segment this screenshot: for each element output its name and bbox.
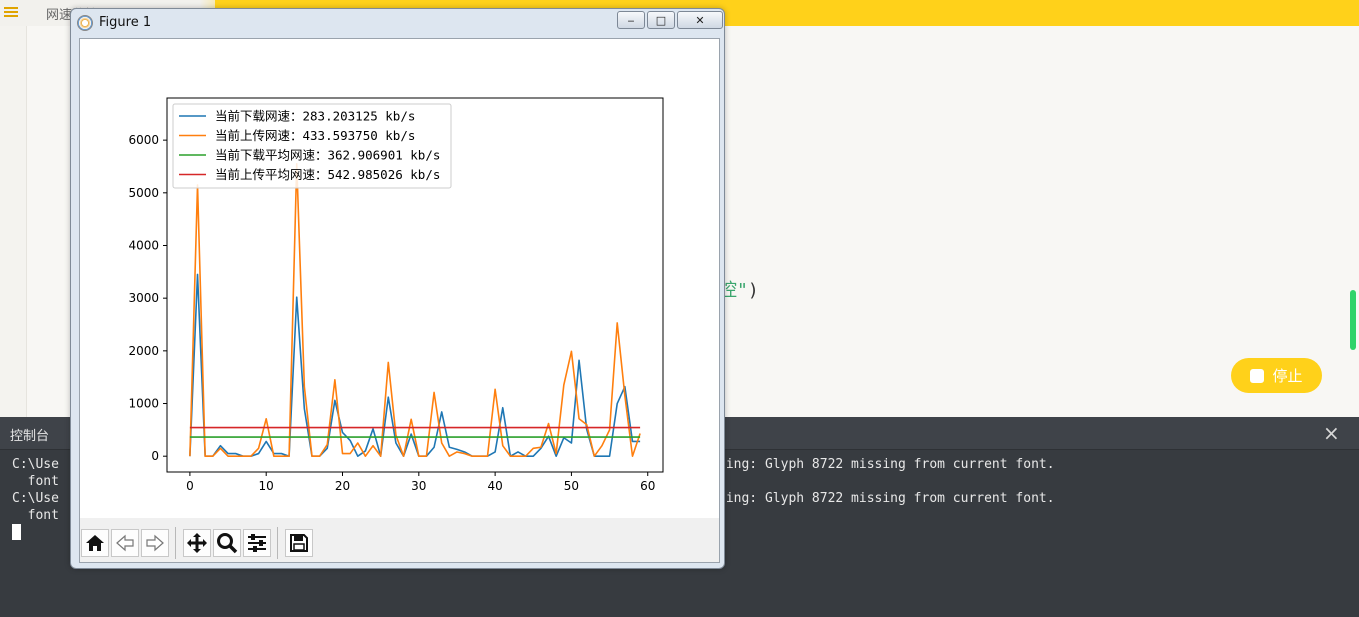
x-tick-label: 0 — [186, 479, 194, 493]
y-tick-label: 4000 — [128, 238, 159, 252]
save-icon — [290, 534, 308, 552]
x-tick-label: 50 — [564, 479, 579, 493]
console-line: font — [12, 508, 59, 523]
zoom-button[interactable] — [213, 529, 241, 557]
forward-icon — [146, 534, 164, 552]
configure-icon — [248, 534, 266, 552]
pan-button[interactable] — [183, 529, 211, 557]
navigation-toolbar — [80, 518, 719, 562]
editor-scrollbar[interactable] — [1350, 290, 1356, 350]
y-tick-label: 5000 — [128, 186, 159, 200]
home-button[interactable] — [81, 529, 109, 557]
app-icon — [77, 15, 93, 31]
console-line: C:\Use — [12, 491, 59, 506]
back-icon — [116, 534, 134, 552]
close-button[interactable]: ✕ — [677, 11, 723, 29]
pan-icon — [187, 533, 207, 553]
figure-titlebar[interactable]: Figure 1 ‒ □ ✕ — [71, 9, 724, 37]
y-tick-label: 0 — [151, 449, 159, 463]
zoom-icon — [217, 533, 238, 554]
console-line: font — [12, 474, 59, 489]
window-title: Figure 1 — [99, 15, 152, 30]
y-tick-label: 3000 — [128, 291, 159, 305]
stop-icon — [1250, 368, 1265, 383]
stop-button-label: 停止 — [1272, 367, 1303, 385]
figure-canvas: 0 10 20 30 40 50 60 0 1000 2000 3000 4000 5000 6000 当… — [79, 38, 720, 563]
toolbar-separator — [277, 527, 278, 559]
x-tick-label: 10 — [259, 479, 274, 493]
minimize-button[interactable]: ‒ — [617, 11, 645, 29]
close-icon[interactable]: × — [1323, 423, 1340, 443]
x-tick-label: 30 — [411, 479, 426, 493]
console-title: 控制台 — [10, 429, 50, 444]
configure-subplots-button[interactable] — [243, 529, 271, 557]
back-button[interactable] — [111, 529, 139, 557]
console-warning: ning: Glyph 8722 missing from current fo… — [718, 491, 1055, 506]
legend-label: 当前上传平均网速：542.985026 kb/s — [215, 167, 440, 182]
y-tick-label: 2000 — [128, 344, 159, 358]
line-chart[interactable]: 0 10 20 30 40 50 60 0 1000 2000 3000 4000 5000 6000 当… — [80, 39, 719, 518]
minimize-icon: ‒ — [627, 13, 635, 27]
legend-label: 当前下载平均网速：362.906901 kb/s — [215, 148, 440, 163]
legend-label: 当前下载网速：283.203125 kb/s — [215, 109, 415, 124]
console-cursor — [12, 524, 21, 540]
legend-label: 当前上传网速：433.593750 kb/s — [215, 128, 415, 143]
x-tick-label: 40 — [487, 479, 502, 493]
close-icon: ✕ — [695, 13, 705, 27]
menu-icon[interactable] — [4, 5, 18, 19]
console-line: C:\Use — [12, 457, 59, 472]
save-button[interactable] — [285, 529, 313, 557]
ide-gutter — [0, 26, 27, 417]
x-tick-label: 60 — [640, 479, 655, 493]
home-icon — [86, 535, 104, 551]
maximize-icon: □ — [655, 13, 667, 27]
x-tick-label: 20 — [335, 479, 350, 493]
figure-window: Figure 1 ‒ □ ✕ 0 10 20 30 40 50 60 0 1000 2000 300… — [70, 8, 725, 569]
y-tick-label: 6000 — [128, 133, 159, 147]
console-warning: ning: Glyph 8722 missing from current fo… — [718, 457, 1055, 472]
toolbar-separator — [175, 527, 176, 559]
window-controls: ‒ □ ✕ — [617, 11, 723, 29]
forward-button[interactable] — [141, 529, 169, 557]
maximize-button[interactable]: □ — [647, 11, 675, 29]
code-paren-fragment: ) — [747, 280, 759, 301]
stop-button[interactable]: 停止 — [1231, 358, 1322, 393]
y-tick-label: 1000 — [128, 397, 159, 411]
